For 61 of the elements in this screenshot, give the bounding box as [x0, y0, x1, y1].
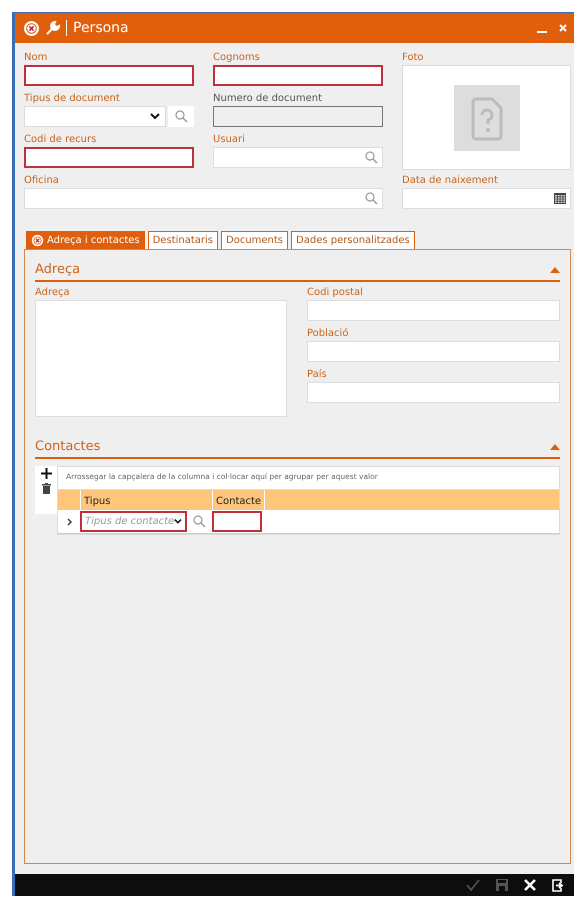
- search-icon: [365, 192, 378, 205]
- calendar-icon[interactable]: [554, 193, 566, 204]
- check-icon: [466, 879, 480, 891]
- search-icon: [365, 151, 378, 164]
- field-label: País: [307, 368, 328, 381]
- collapse-icon[interactable]: [550, 266, 560, 272]
- text-field[interactable]: [212, 511, 262, 532]
- add-button[interactable]: [40, 468, 52, 479]
- section-title: Contactes: [35, 439, 100, 454]
- field-label: Adreça: [35, 286, 71, 299]
- minimize-icon: [537, 30, 547, 32]
- chevron-right-icon: [66, 518, 72, 526]
- delete-button[interactable]: [42, 483, 50, 494]
- close-icon: [559, 24, 567, 32]
- cancel-button[interactable]: [524, 879, 536, 891]
- exit-button[interactable]: [552, 878, 564, 892]
- tab[interactable]: Adreça i contactes: [26, 231, 145, 249]
- column-header[interactable]: Tipus: [80, 490, 212, 510]
- wrench-icon[interactable]: [46, 21, 60, 35]
- lookup-field[interactable]: [24, 188, 383, 209]
- field-label: Foto: [402, 51, 425, 64]
- field-label: Numero de document: [213, 92, 324, 105]
- collapse-icon[interactable]: [550, 444, 560, 450]
- select-field[interactable]: Tipus de contacte: [80, 511, 187, 532]
- field-label: Població: [307, 327, 350, 340]
- error-icon: [31, 234, 44, 247]
- field-label: Cognoms: [213, 51, 261, 64]
- field-label: Data de naixement: [402, 174, 499, 187]
- tab[interactable]: Documents: [221, 231, 288, 249]
- chevron-down-icon: [150, 113, 160, 120]
- plus-icon: [40, 468, 52, 479]
- select-field[interactable]: [24, 106, 166, 127]
- date-field[interactable]: [402, 188, 571, 209]
- save-icon: [496, 879, 508, 891]
- text-field[interactable]: [213, 106, 383, 127]
- search-button[interactable]: [168, 106, 194, 127]
- field-label: Codi de recurs: [24, 133, 98, 146]
- tab[interactable]: Dades personalitzades: [291, 231, 415, 249]
- text-field[interactable]: [24, 65, 194, 86]
- search-icon: [193, 515, 206, 528]
- unknown-file-icon: [454, 84, 520, 150]
- window-title: Persona: [66, 20, 528, 36]
- exit-icon: [552, 878, 564, 892]
- trash-icon: [42, 483, 50, 494]
- photo-frame[interactable]: [402, 65, 571, 170]
- field-label: Usuari: [213, 133, 246, 146]
- error-icon: [23, 20, 40, 36]
- text-field[interactable]: [24, 147, 194, 168]
- tab[interactable]: Destinataris: [148, 231, 218, 249]
- column-header[interactable]: Contacte: [212, 490, 264, 510]
- field-label: Tipus de document: [24, 92, 121, 105]
- close-icon: [524, 879, 536, 891]
- lookup-field[interactable]: [213, 147, 383, 168]
- field-label: Codi postal: [307, 286, 364, 299]
- section-title: Adreça: [35, 262, 80, 277]
- search-icon: [174, 110, 188, 123]
- address-field[interactable]: [35, 300, 287, 417]
- field-label: Oficina: [24, 174, 60, 187]
- chevron-down-icon: [174, 518, 182, 525]
- text-field[interactable]: [213, 65, 383, 86]
- field-label: Nom: [24, 51, 48, 64]
